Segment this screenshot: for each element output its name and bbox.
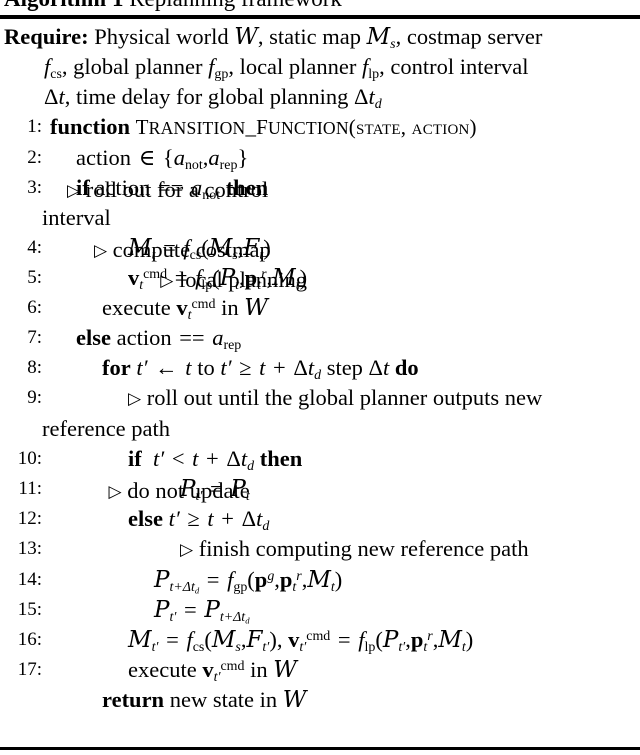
algorithm-title-label: Algorithm 1: [4, 0, 123, 11]
line-code: else action == arep: [76, 325, 242, 353]
algorithm-line-14: 14: Pt+Δtd = fgp(pg,ptr,Mt): [0, 565, 640, 595]
algorithm-line-return: return new state in W: [0, 685, 640, 715]
line-code: ▷ finish computing new reference path: [180, 536, 529, 561]
algorithm-line-15: 15: Pt′ = Pt+Δtd: [0, 595, 640, 625]
algorithm-line-5: 5: vtcmd = flp(Pt,ptr,Mt) ▷ local planni…: [0, 263, 640, 293]
algorithm-block: Algorithm 1 Replanning framework Require…: [0, 0, 640, 755]
line-number: 9:: [27, 387, 42, 408]
keyword-if: if: [128, 446, 142, 471]
line-code: return new state in W: [102, 687, 307, 713]
line-code: Pt′ = Pt+Δtd: [154, 597, 250, 626]
line-comment: ▷ roll out for a control: [67, 177, 269, 202]
algorithm-line-11: 11: Pt′ = Pt ▷ do not update: [0, 474, 640, 504]
line-code: if action == anot then ▷ roll out for a …: [50, 175, 270, 202]
algorithm-line-3: 3: if action == anot then ▷ roll out for…: [0, 173, 640, 203]
algorithm-line-16: 16: Mt′ = fcs(Ms,Ft′), vt′cmd = flp(Pt′,…: [0, 625, 640, 655]
line-code: Mt = fcs(Ms,Ft) ▷ compute costmap: [50, 235, 273, 262]
top-rule-divider: [0, 15, 640, 19]
line-number: 17:: [17, 659, 42, 680]
algorithm-line-17: 17: execute vt′cmd in W: [0, 655, 640, 685]
line-number: 13:: [17, 538, 42, 559]
algorithm-title-text: Replanning framework: [129, 0, 342, 11]
line-code: Pt+Δtd = fgp(pg,ptr,Mt): [154, 567, 343, 596]
line-number: 14:: [17, 569, 42, 590]
keyword-else: else: [128, 506, 163, 531]
algorithm-line-3-wrap: interval: [42, 205, 111, 230]
algorithm-line-6: 6: execute vtcmd in W: [0, 293, 640, 323]
keyword-else: else: [76, 325, 111, 350]
line-number: 1:: [27, 116, 42, 137]
require-line-1: Require: Physical world W, static map Ms…: [0, 22, 640, 52]
line-code: Mt′ = fcs(Ms,Ft′), vt′cmd = flp(Pt′,ptr,…: [128, 627, 474, 655]
line-code: if t′ < t + Δtd then: [128, 446, 303, 474]
keyword-return: return: [102, 687, 165, 712]
line-number: 7:: [27, 327, 42, 348]
keyword-for: for: [102, 355, 131, 380]
line-code: execute vtcmd in W: [102, 295, 268, 323]
line-number: 12:: [17, 508, 42, 529]
algorithm-line-7: 7: else action == arep: [0, 323, 640, 353]
line-number: 3:: [27, 177, 42, 198]
algorithm-line-12: 12: else t′ ≥ t + Δtd: [0, 504, 640, 534]
require-line-3: Δt, time delay for global planning Δtd: [44, 84, 382, 112]
line-code: ▷ roll out until the global planner outp…: [128, 385, 543, 410]
line-number: 11:: [18, 478, 42, 499]
keyword-function: function: [50, 114, 131, 139]
line-comment: ▷ compute costmap: [93, 237, 271, 262]
line-code: else t′ ≥ t + Δtd: [128, 506, 270, 534]
line-number: 8:: [27, 357, 42, 378]
line-number: 2:: [27, 147, 42, 168]
require-keyword: Require:: [4, 24, 89, 49]
algorithm-line-2: 2: action ∈ {anot,arep}: [0, 143, 640, 173]
algorithm-line-9: 9: ▷ roll out until the global planner o…: [0, 383, 640, 414]
line-code: for t′ ← t to t′ ≥ t + Δtd step Δt do: [102, 355, 419, 383]
algorithm-line-13: 13: ▷ finish computing new reference pat…: [0, 534, 640, 565]
algorithm-title: Algorithm 1 Replanning framework: [4, 0, 342, 12]
algorithm-line-9-wrap: reference path: [42, 416, 171, 441]
line-number: 4:: [27, 237, 42, 258]
line-comment: ▷ do not update: [108, 478, 250, 503]
line-number: 6:: [27, 297, 42, 318]
function-name: TRANSITION_FUNCTION(state, action): [135, 115, 477, 139]
line-number: 10:: [17, 448, 42, 469]
line-number: 15:: [17, 599, 42, 620]
algorithm-line-4: 4: Mt = fcs(Ms,Ft) ▷ compute costmap: [0, 233, 640, 263]
algorithm-line-8: 8: for t′ ← t to t′ ≥ t + Δtd step Δt do: [0, 353, 640, 383]
line-code: function TRANSITION_FUNCTION(state, acti…: [50, 114, 479, 139]
bottom-rule-divider: [0, 747, 640, 750]
line-comment: ▷ local planning: [160, 267, 308, 292]
algorithm-body: Require: Physical world W, static map Ms…: [0, 22, 640, 715]
line-number: 5:: [27, 267, 42, 288]
require-text-1: Physical world W, static map Ms, costmap…: [94, 24, 543, 52]
algorithm-line-1: 1: function TRANSITION_FUNCTION(state, a…: [0, 112, 640, 143]
line-code: execute vt′cmd in W: [128, 657, 297, 685]
require-line-2: fcs, global planner fgp, local planner f…: [44, 54, 529, 82]
line-number: 16:: [17, 629, 42, 650]
line-code: action ∈ {anot,arep}: [76, 145, 249, 173]
line-code: Pt′ = Pt ▷ do not update: [50, 476, 252, 503]
algorithm-line-10: 10: if t′ < t + Δtd then: [0, 444, 640, 474]
line-code: vtcmd = flp(Pt,ptr,Mt) ▷ local planning: [50, 265, 309, 292]
